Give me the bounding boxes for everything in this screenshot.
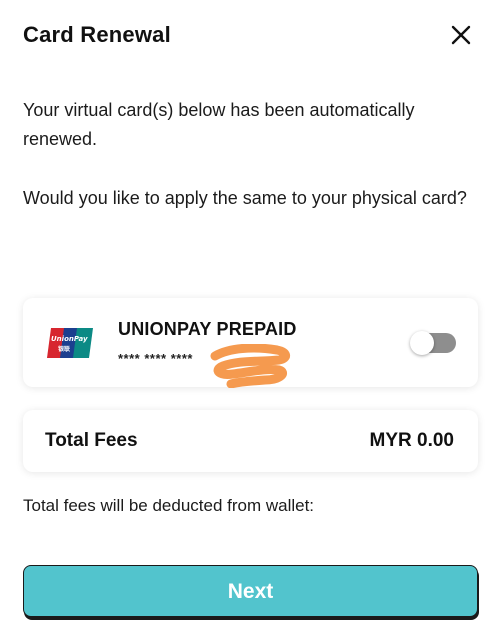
- unionpay-logo-icon: UnionPay 银联: [47, 328, 93, 358]
- next-button[interactable]: Next: [23, 565, 478, 617]
- apply-question: Would you like to apply the same to your…: [23, 188, 467, 208]
- header: Card Renewal: [23, 20, 478, 52]
- redaction-scribble: [210, 344, 290, 388]
- svg-text:银联: 银联: [58, 345, 70, 353]
- total-fees-label: Total Fees: [45, 430, 138, 451]
- total-fees-row: Total Fees MYR 0.00: [23, 410, 478, 472]
- renewal-message: Your virtual card(s) below has been auto…: [23, 100, 415, 149]
- deduction-note: Total fees will be deducted from wallet:: [23, 496, 315, 515]
- toggle-knob[interactable]: [410, 331, 434, 355]
- svg-text:UnionPay: UnionPay: [51, 335, 88, 343]
- close-icon[interactable]: [450, 24, 472, 46]
- card-name: UNIONPAY PREPAID: [118, 319, 297, 339]
- page-title: Card Renewal: [23, 22, 171, 47]
- card-item: UnionPay 银联 UNIONPAY PREPAID **** **** *…: [23, 298, 478, 388]
- total-fees-value: MYR 0.00: [369, 430, 454, 451]
- card-number: **** **** ****: [118, 351, 193, 366]
- close-button[interactable]: [450, 24, 472, 46]
- apply-physical-card-toggle[interactable]: [410, 331, 456, 355]
